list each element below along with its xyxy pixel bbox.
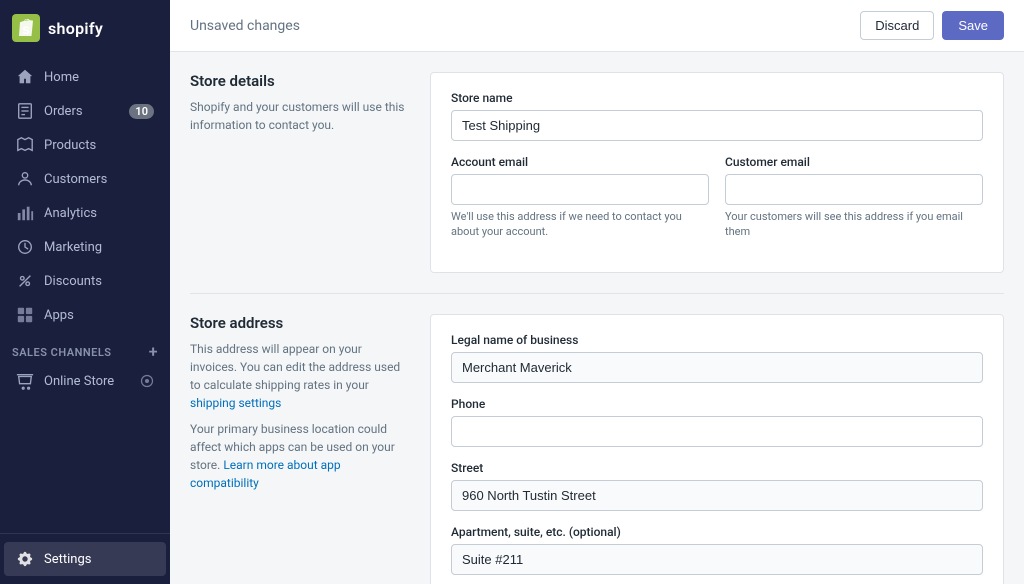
store-address-title: Store address xyxy=(190,314,410,332)
store-address-desc2: Your primary business location could aff… xyxy=(190,420,410,492)
store-address-card: Legal name of business Phone Street Apar… xyxy=(430,314,1004,584)
store-details-card: Store name Account email We'll use this … xyxy=(430,72,1004,273)
store-details-title: Store details xyxy=(190,72,410,90)
account-email-input[interactable] xyxy=(451,174,709,205)
sidebar-item-orders[interactable]: Orders 10 xyxy=(4,94,166,128)
store-address-desc1: This address will appear on your invoice… xyxy=(190,340,410,412)
sidebar-item-settings[interactable]: Settings xyxy=(4,542,166,576)
save-button[interactable]: Save xyxy=(942,11,1004,40)
discounts-icon xyxy=(16,272,34,290)
app-name: shopify xyxy=(48,19,103,38)
online-store-settings-icon[interactable] xyxy=(140,374,154,388)
legal-name-field: Legal name of business xyxy=(451,333,983,383)
section-divider xyxy=(190,293,1004,294)
orders-badge: 10 xyxy=(129,104,154,119)
phone-field: Phone xyxy=(451,397,983,447)
customer-email-hint: Your customers will see this address if … xyxy=(725,209,983,240)
store-address-description: Store address This address will appear o… xyxy=(190,314,410,492)
store-details-section: Store details Shopify and your customers… xyxy=(190,72,1004,273)
store-name-field: Store name xyxy=(451,91,983,141)
sidebar-item-home[interactable]: Home xyxy=(4,60,166,94)
settings-icon xyxy=(16,550,34,568)
shipping-settings-link[interactable]: shipping settings xyxy=(190,396,281,410)
topbar-actions: Discard Save xyxy=(860,11,1004,40)
main-area: Unsaved changes Discard Save Store detai… xyxy=(170,0,1024,584)
add-sales-channel-button[interactable]: + xyxy=(149,344,158,360)
email-row: Account email We'll use this address if … xyxy=(451,155,983,254)
legal-name-label: Legal name of business xyxy=(451,333,983,347)
sidebar-item-customers[interactable]: Customers xyxy=(4,162,166,196)
account-email-field: Account email We'll use this address if … xyxy=(451,155,709,240)
content-area: Store details Shopify and your customers… xyxy=(170,52,1024,584)
analytics-icon xyxy=(16,204,34,222)
street-input[interactable] xyxy=(451,480,983,511)
apartment-input[interactable] xyxy=(451,544,983,575)
store-address-section: Store address This address will appear o… xyxy=(190,314,1004,584)
home-icon xyxy=(16,68,34,86)
products-icon xyxy=(16,136,34,154)
apartment-label: Apartment, suite, etc. (optional) xyxy=(451,525,983,539)
customer-email-label: Customer email xyxy=(725,155,983,169)
sidebar-item-marketing[interactable]: Marketing xyxy=(4,230,166,264)
store-details-description: Store details Shopify and your customers… xyxy=(190,72,410,134)
sidebar-item-discounts[interactable]: Discounts xyxy=(4,264,166,298)
apartment-field: Apartment, suite, etc. (optional) xyxy=(451,525,983,575)
street-field: Street xyxy=(451,461,983,511)
shopify-logo-icon: S xyxy=(12,14,40,42)
svg-text:S: S xyxy=(22,25,29,37)
logo: S shopify xyxy=(0,0,170,56)
sales-channels-header: SALES CHANNELS + xyxy=(0,332,170,364)
marketing-icon xyxy=(16,238,34,256)
sidebar-item-apps[interactable]: Apps xyxy=(4,298,166,332)
store-name-input[interactable] xyxy=(451,110,983,141)
sidebar-item-online-store[interactable]: Online Store xyxy=(4,364,166,398)
customer-email-input[interactable] xyxy=(725,174,983,205)
store-icon xyxy=(16,372,34,390)
customers-icon xyxy=(16,170,34,188)
page-title: Unsaved changes xyxy=(190,18,860,34)
sidebar-bottom: Settings xyxy=(0,533,170,584)
sidebar-nav: Home Orders 10 Products Customers Analyt… xyxy=(0,56,170,533)
phone-input[interactable] xyxy=(451,416,983,447)
store-details-desc: Shopify and your customers will use this… xyxy=(190,98,410,134)
street-label: Street xyxy=(451,461,983,475)
customer-email-field: Customer email Your customers will see t… xyxy=(725,155,983,254)
legal-name-input[interactable] xyxy=(451,352,983,383)
orders-icon xyxy=(16,102,34,120)
store-name-label: Store name xyxy=(451,91,983,105)
account-email-label: Account email xyxy=(451,155,709,169)
discard-button[interactable]: Discard xyxy=(860,11,934,40)
apps-icon xyxy=(16,306,34,324)
sidebar-item-products[interactable]: Products xyxy=(4,128,166,162)
phone-label: Phone xyxy=(451,397,983,411)
topbar: Unsaved changes Discard Save xyxy=(170,0,1024,52)
account-email-hint: We'll use this address if we need to con… xyxy=(451,209,709,240)
sidebar: S shopify Home Orders 10 Products Custom… xyxy=(0,0,170,584)
sidebar-item-analytics[interactable]: Analytics xyxy=(4,196,166,230)
